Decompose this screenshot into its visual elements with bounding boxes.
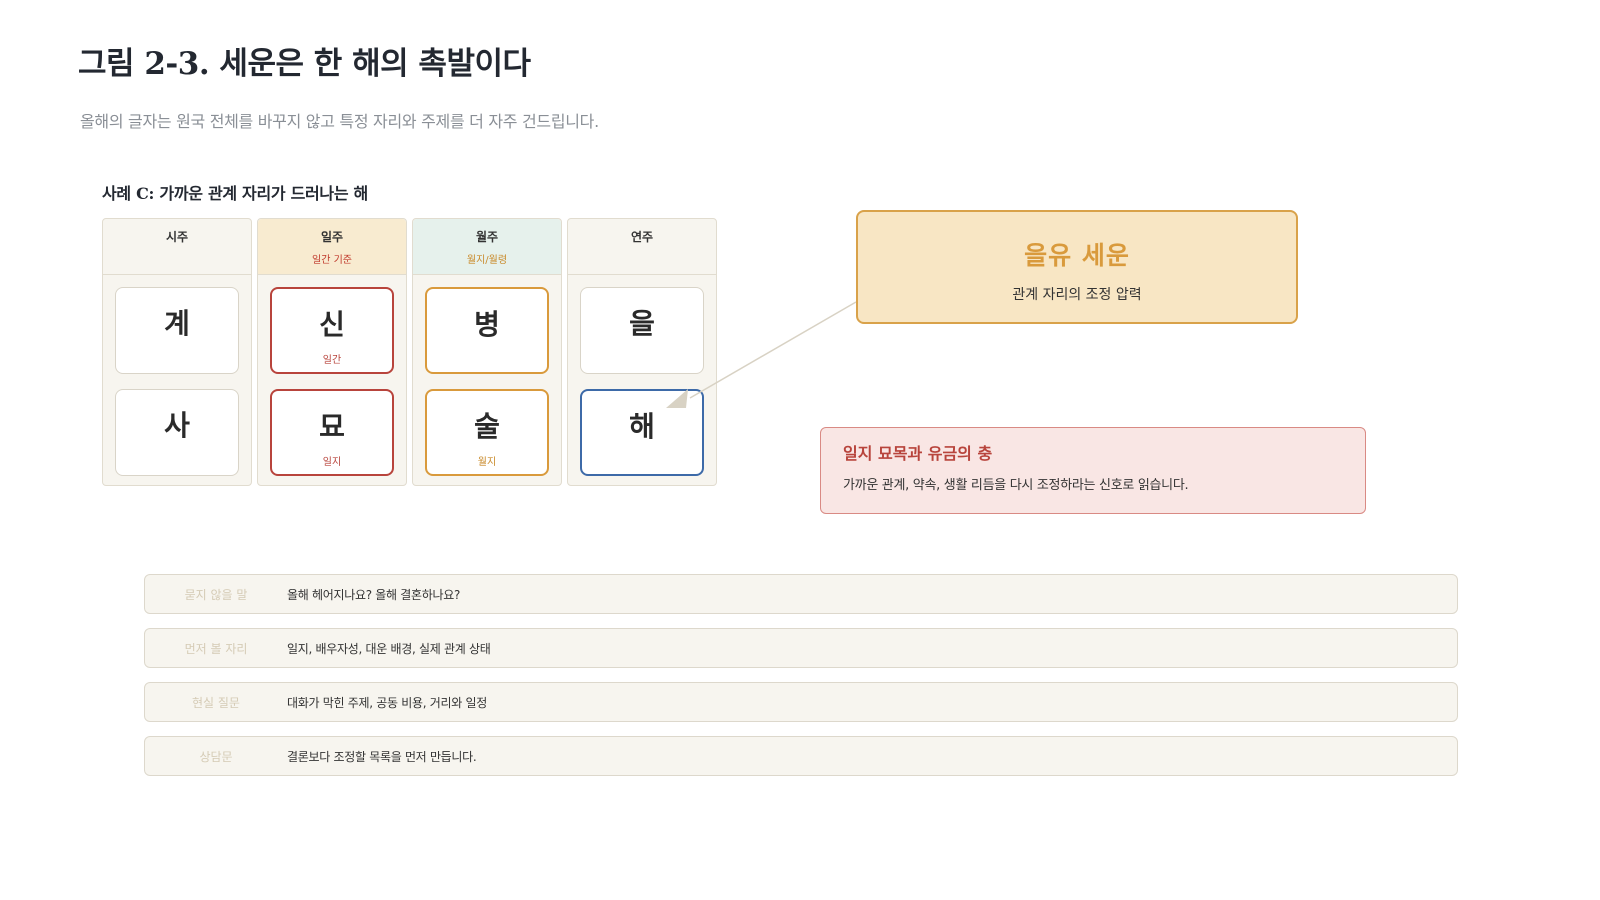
clash-callout-title: 일지 묘목과 유금의 충 bbox=[843, 444, 993, 463]
clash-callout-body: 가까운 관계, 약속, 생활 리듬을 다시 조정하라는 신호로 읽습니다. bbox=[843, 478, 1189, 493]
branch-char: 술 bbox=[474, 410, 500, 443]
list-item: 묻지 않을 말 올해 헤어지나요? 올해 결혼하나요? bbox=[144, 574, 1458, 614]
pillar-sublabel: 월지/월령 bbox=[466, 255, 508, 266]
branch-char: 묘 bbox=[319, 410, 345, 443]
stem-card: 병 bbox=[425, 287, 549, 374]
pillar-chart: 시주 계 사 일주 일간 기준 신 일간 묘 일지 월주 월지/월령 병 술 월… bbox=[102, 218, 718, 486]
stem-char: 병 bbox=[474, 308, 500, 341]
row-text: 올해 헤어지나요? 올해 결혼하나요? bbox=[287, 587, 461, 602]
row-label: 상담문 bbox=[199, 749, 233, 764]
list-item: 먼저 볼 자리 일지, 배우자성, 대운 배경, 실제 관계 상태 bbox=[144, 628, 1458, 668]
pillar-label: 월주 bbox=[475, 230, 499, 244]
row-text: 대화가 막힌 주제, 공동 비용, 거리와 일정 bbox=[287, 695, 487, 710]
stem-char: 신 bbox=[319, 308, 345, 341]
clash-callout: 일지 묘목과 유금의 충 가까운 관계, 약속, 생활 리듬을 다시 조정하라는… bbox=[820, 427, 1366, 514]
stem-note: 일간 bbox=[322, 355, 342, 366]
row-text: 일지, 배우자성, 대운 배경, 실제 관계 상태 bbox=[287, 641, 491, 656]
stem-char: 을 bbox=[629, 307, 655, 340]
stem-card: 을 bbox=[580, 287, 704, 374]
guidance-list: 묻지 않을 말 올해 헤어지나요? 올해 결혼하나요? 먼저 볼 자리 일지, … bbox=[144, 574, 1458, 790]
year-callout-subtitle: 관계 자리의 조정 압력 bbox=[1012, 287, 1142, 303]
branch-note: 일지 bbox=[322, 457, 342, 468]
pillar-sublabel: 일간 기준 bbox=[312, 255, 352, 266]
pillar-header: 월주 월지/월령 bbox=[413, 219, 561, 275]
case-title: 사례 C: 가까운 관계 자리가 드러나는 해 bbox=[102, 184, 368, 203]
branch-card: 사 bbox=[115, 389, 239, 476]
page-subtitle: 올해의 글자는 원국 전체를 바꾸지 않고 특정 자리와 주제를 더 자주 건드… bbox=[80, 112, 599, 131]
branch-note: 월지 bbox=[477, 457, 497, 468]
branch-card: 묘 일지 bbox=[270, 389, 394, 476]
list-item: 현실 질문 대화가 막힌 주제, 공동 비용, 거리와 일정 bbox=[144, 682, 1458, 722]
stem-card: 계 bbox=[115, 287, 239, 374]
pillar-year: 연주 을 해 bbox=[567, 218, 717, 486]
row-label: 현실 질문 bbox=[192, 695, 240, 710]
page-title: 그림 2-3. 세운은 한 해의 촉발이다 bbox=[78, 46, 531, 82]
pillar-label: 일주 bbox=[320, 230, 344, 244]
row-label: 먼저 볼 자리 bbox=[184, 641, 248, 656]
pillar-header: 시주 bbox=[103, 219, 251, 275]
stem-card: 신 일간 bbox=[270, 287, 394, 374]
row-text: 결론보다 조정할 목록을 먼저 만듭니다. bbox=[287, 749, 477, 764]
pillar-hour: 시주 계 사 bbox=[102, 218, 252, 486]
pillar-header: 일주 일간 기준 bbox=[258, 219, 406, 275]
row-label: 묻지 않을 말 bbox=[184, 587, 248, 602]
branch-char: 사 bbox=[164, 409, 190, 442]
pillar-month: 월주 월지/월령 병 술 월지 bbox=[412, 218, 562, 486]
pillar-day: 일주 일간 기준 신 일간 묘 일지 bbox=[257, 218, 407, 486]
pillar-header: 연주 bbox=[568, 219, 716, 275]
year-callout: 을유 세운 관계 자리의 조정 압력 bbox=[856, 210, 1298, 324]
pillar-label: 시주 bbox=[165, 230, 189, 244]
branch-char: 해 bbox=[629, 410, 655, 443]
stem-char: 계 bbox=[164, 307, 190, 340]
year-callout-title: 을유 세운 bbox=[1024, 241, 1130, 270]
branch-card: 술 월지 bbox=[425, 389, 549, 476]
pillar-label: 연주 bbox=[630, 230, 654, 244]
branch-card: 해 bbox=[580, 389, 704, 476]
list-item: 상담문 결론보다 조정할 목록을 먼저 만듭니다. bbox=[144, 736, 1458, 776]
